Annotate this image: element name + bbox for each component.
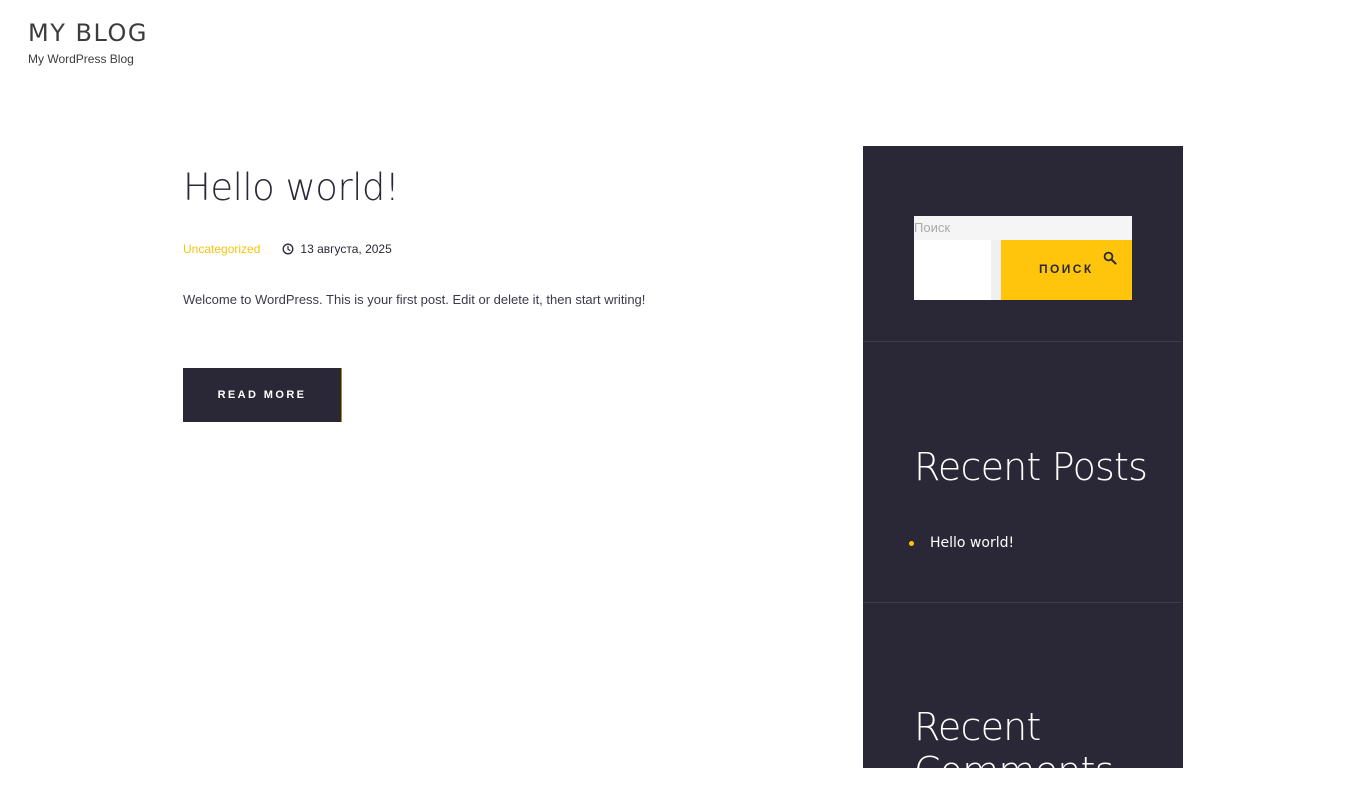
search-input-gap [991,240,1001,300]
site-tagline: My WordPress Blog [28,52,134,66]
post-title[interactable]: Hello world! [183,165,783,211]
list-item: Hello world! [909,532,1014,554]
read-more-button[interactable]: READ MORE [183,368,342,422]
recent-posts-list: Hello world! [909,532,1014,554]
search-widget: Поиск ПОИСК [863,146,1183,342]
post-date: 13 августа, 2025 [282,241,392,257]
recent-comments-widget: Recent Comments [863,603,1183,793]
search-input[interactable] [914,240,991,300]
search-button[interactable]: ПОИСК [1001,240,1132,300]
recent-comments-title: Recent Comments [914,705,1114,793]
post-excerpt: Welcome to WordPress. This is your first… [183,292,646,307]
search-form: Поиск ПОИСК [914,216,1132,300]
recent-posts-title: Recent Posts [914,445,1148,489]
post-meta: Uncategorized 13 августа, 2025 [183,241,783,257]
recent-post-link[interactable]: Hello world! [930,532,1014,554]
clock-icon [282,243,294,255]
post-date-text: 13 августа, 2025 [300,242,392,256]
sidebar: Поиск ПОИСК Recent Posts Hello world! Re… [863,146,1183,793]
site-header: MY BLOG My WordPress Blog [28,18,148,66]
search-icon [1103,251,1117,265]
search-button-label: ПОИСК [1039,262,1094,276]
bullet-icon [909,540,914,546]
search-label: Поиск [914,216,1132,240]
site-title[interactable]: MY BLOG [28,18,148,48]
recent-posts-widget: Recent Posts Hello world! [863,342,1183,603]
post-category-link[interactable]: Uncategorized [183,241,260,257]
post: Hello world! Uncategorized 13 августа, 2… [183,165,783,422]
